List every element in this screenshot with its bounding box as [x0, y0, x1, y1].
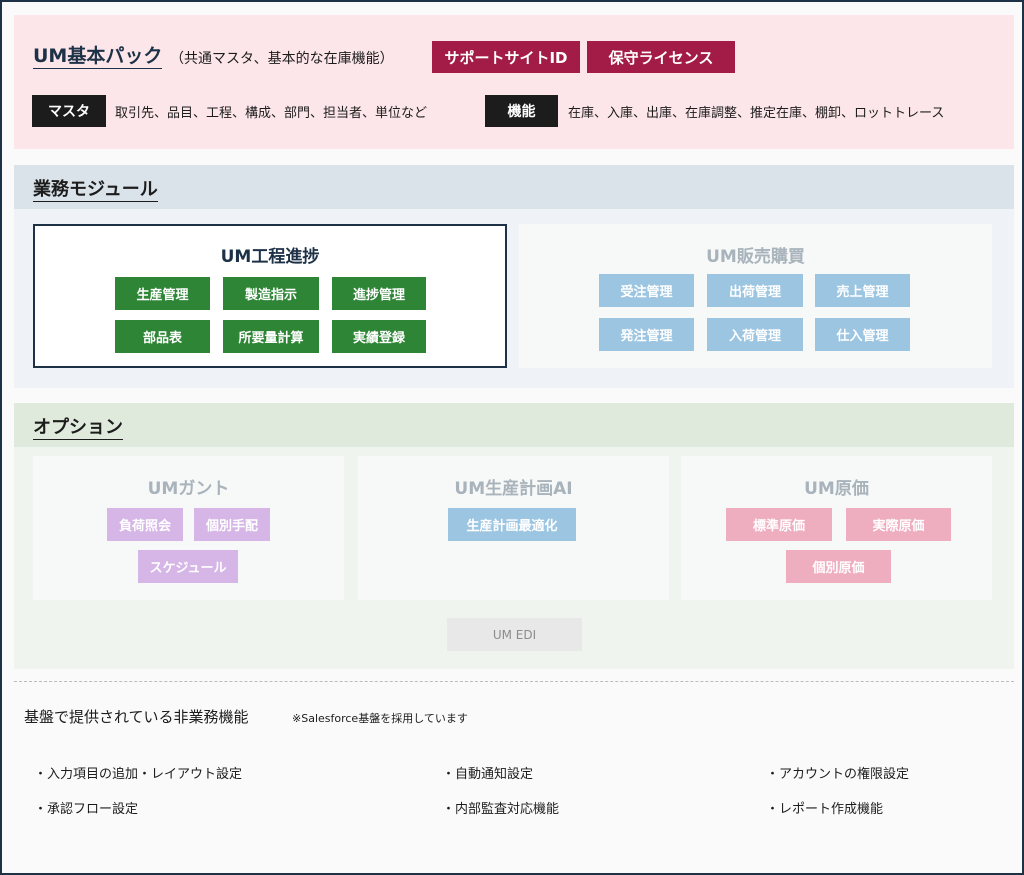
um-hanbai-title: UM販売購買: [706, 247, 805, 267]
business-module-header: 業務モジュール: [14, 165, 1014, 209]
chip-purchasing: 仕入管理: [815, 318, 910, 351]
chip-manufacturing-order: 製造指示: [223, 277, 319, 310]
non-business-item: ・自動通知設定: [442, 767, 534, 782]
business-module-section: 業務モジュール UM工程進捗 生産管理 製造指示 進捗管理 部品表 所要量計算 …: [14, 165, 1014, 388]
um-edi-box: UM EDI: [447, 618, 582, 651]
function-text: 在庫、入庫、出庫、在庫調整、推定在庫、棚卸、ロットトレース: [568, 106, 945, 121]
non-business-item: ・レポート作成機能: [766, 802, 884, 817]
master-label: マスタ: [32, 95, 106, 127]
dashed-divider: [14, 681, 1014, 682]
option-header: オプション: [14, 403, 1014, 447]
chip-production-management: 生産管理: [115, 277, 210, 310]
non-business-item: ・入力項目の追加・レイアウト設定: [34, 767, 243, 782]
um-genka-box: UM原価 標準原価 実際原価 個別原価: [681, 456, 992, 600]
um-gantt-box: UMガント 負荷照会 個別手配 スケジュール: [33, 456, 344, 600]
chip-mrp: 所要量計算: [223, 320, 319, 353]
um-hanbai-box: UM販売購買 受注管理 出荷管理 売上管理 発注管理 入荷管理 仕入管理: [519, 224, 992, 368]
maintenance-license-tag: 保守ライセンス: [587, 41, 735, 73]
um-koutei-title: UM工程進捗: [220, 247, 320, 267]
chip-result-registration: 実績登録: [332, 320, 426, 353]
chip-actual-cost: 実際原価: [846, 508, 951, 541]
master-text: 取引先、品目、工程、構成、部門、担当者、単位など: [115, 106, 428, 121]
non-business-item: ・承認フロー設定: [34, 802, 139, 817]
um-ai-box: UM生産計画AI 生産計画最適化: [358, 456, 669, 600]
non-business-title: 基盤で提供されている非業務機能: [24, 708, 249, 726]
chip-sales: 売上管理: [815, 274, 910, 307]
non-business-item: ・内部監査対応機能: [442, 802, 560, 817]
basic-pack-panel: UM基本パック （共通マスタ、基本的な在庫機能） サポートサイトID 保守ライセ…: [14, 15, 1014, 149]
support-site-id-tag: サポートサイトID: [432, 41, 580, 73]
um-gantt-title: UMガント: [147, 479, 230, 499]
chip-order-received: 受注管理: [599, 274, 694, 307]
chip-receiving: 入荷管理: [707, 318, 803, 351]
basic-pack-title: UM基本パック: [33, 45, 163, 69]
um-koutei-box: UM工程進捗 生産管理 製造指示 進捗管理 部品表 所要量計算 実績登録: [33, 224, 507, 368]
chip-load-inquiry: 負荷照会: [107, 508, 183, 541]
chip-schedule: スケジュール: [138, 550, 238, 583]
option-title: オプション: [33, 417, 123, 440]
diagram-frame: UM基本パック （共通マスタ、基本的な在庫機能） サポートサイトID 保守ライセ…: [0, 0, 1024, 875]
um-ai-title: UM生産計画AI: [454, 479, 573, 499]
non-business-note: ※Salesforce基盤を採用しています: [292, 712, 468, 725]
chip-standard-cost: 標準原価: [726, 508, 832, 541]
chip-shipping: 出荷管理: [707, 274, 803, 307]
option-section: オプション UMガント 負荷照会 個別手配 スケジュール UM生産計画AI 生産…: [14, 403, 1014, 669]
business-module-title: 業務モジュール: [33, 179, 158, 202]
um-genka-title: UM原価: [804, 479, 869, 499]
chip-individual-cost: 個別原価: [786, 550, 891, 583]
non-business-item: ・アカウントの権限設定: [766, 767, 910, 782]
chip-plan-optimization: 生産計画最適化: [448, 508, 576, 541]
chip-individual-arrangement: 個別手配: [194, 508, 270, 541]
function-label: 機能: [485, 95, 558, 127]
chip-purchase-order: 発注管理: [599, 318, 694, 351]
chip-bom: 部品表: [115, 320, 210, 353]
chip-progress-management: 進捗管理: [332, 277, 426, 310]
basic-pack-subtitle: （共通マスタ、基本的な在庫機能）: [170, 51, 394, 67]
